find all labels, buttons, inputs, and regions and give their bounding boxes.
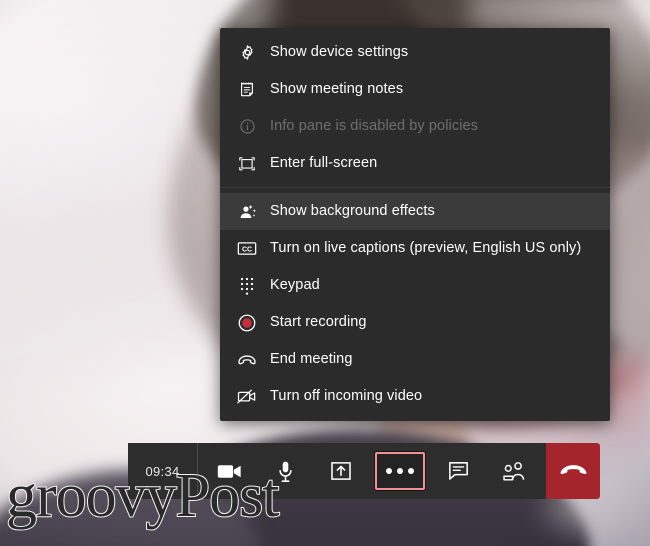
menu-item-label: Turn on live captions (preview, English … [270, 240, 582, 257]
hangup-button[interactable] [546, 443, 600, 499]
share-screen-button[interactable] [319, 451, 363, 491]
menu-separator [220, 187, 610, 188]
record-icon [236, 313, 258, 333]
notes-icon [236, 80, 258, 100]
incoming-video-off-icon [236, 387, 258, 407]
closed-captions-icon: CC [236, 239, 258, 259]
more-options-icon [385, 468, 414, 474]
menu-item-end-meeting[interactable]: End meeting [220, 341, 610, 378]
menu-item-enter-full-screen[interactable]: Enter full-screen [220, 145, 610, 182]
menu-item-label: Show background effects [270, 203, 435, 220]
menu-item-show-meeting-notes[interactable]: Show meeting notes [220, 71, 610, 108]
background-effects-icon [236, 202, 258, 222]
menu-item-show-background-effects[interactable]: Show background effects [220, 193, 610, 230]
menu-item-label: Show meeting notes [270, 81, 404, 98]
chat-button[interactable] [436, 451, 480, 491]
more-options-button[interactable] [374, 452, 425, 490]
menu-item-turn-on-live-captions[interactable]: CC Turn on live captions (preview, Engli… [220, 230, 610, 267]
menu-item-label: Show device settings [270, 44, 409, 61]
menu-item-start-recording[interactable]: Start recording [220, 304, 610, 341]
menu-item-label: Info pane is disabled by policies [270, 118, 479, 135]
menu-item-label: Start recording [270, 314, 367, 331]
info-icon [236, 117, 258, 137]
menu-item-label: End meeting [270, 351, 353, 368]
camera-button[interactable] [208, 451, 252, 491]
menu-item-show-device-settings[interactable]: Show device settings [220, 34, 610, 71]
keypad-icon [236, 276, 258, 296]
meeting-control-bar: 09:34 [128, 443, 546, 499]
menu-item-label: Turn off incoming video [270, 388, 423, 405]
meeting-timer: 09:34 [128, 443, 198, 499]
menu-item-label: Enter full-screen [270, 155, 378, 172]
menu-item-info-pane-disabled: Info pane is disabled by policies [220, 108, 610, 145]
menu-item-label: Keypad [270, 277, 320, 294]
menu-item-keypad[interactable]: Keypad [220, 267, 610, 304]
gear-icon [236, 43, 258, 63]
fullscreen-icon [236, 154, 258, 174]
meeting-window: Show device settings Show meeting notes [0, 0, 650, 546]
microphone-button[interactable] [263, 451, 307, 491]
hangup-icon [560, 465, 586, 475]
more-options-menu: Show device settings Show meeting notes [220, 28, 610, 421]
participants-button[interactable] [492, 451, 536, 491]
end-meeting-icon [236, 350, 258, 370]
control-buttons [198, 443, 546, 499]
menu-item-turn-off-incoming-video[interactable]: Turn off incoming video [220, 378, 610, 415]
svg-text:CC: CC [242, 247, 252, 254]
